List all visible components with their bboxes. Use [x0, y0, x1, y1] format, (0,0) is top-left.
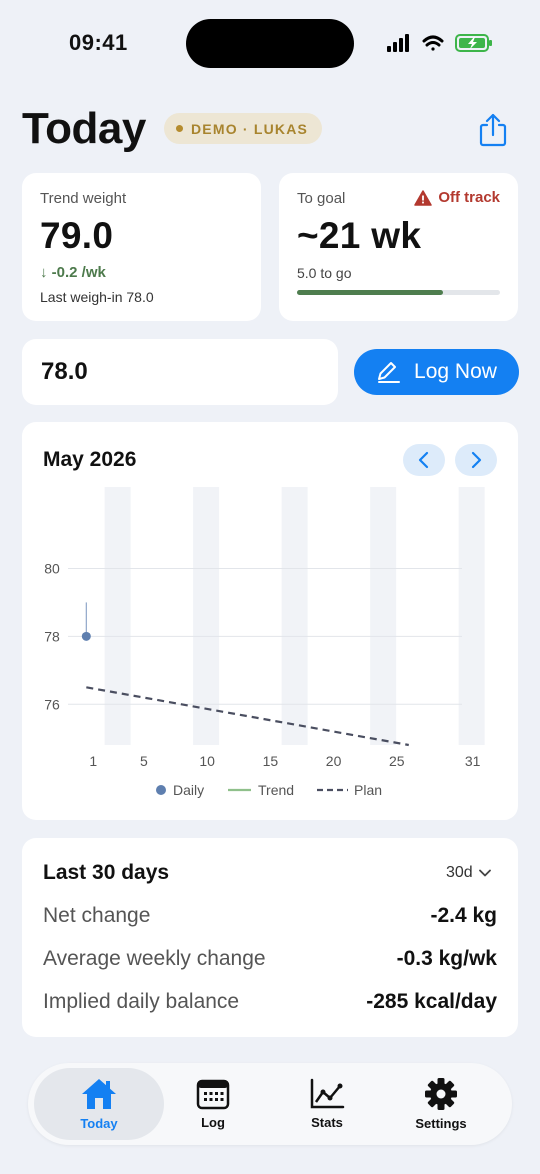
- x-tick-label: 31: [465, 753, 481, 769]
- y-tick-label: 76: [44, 696, 60, 712]
- stat-label: Implied daily balance: [43, 990, 240, 1013]
- weight-chart: 8078761 5 10 15 20 25 31Daily Trend Plan: [44, 487, 485, 798]
- stat-value: -0.3 kg/wk: [396, 947, 497, 970]
- stat-value: -2.4 kg: [430, 904, 497, 927]
- tab-stats[interactable]: Stats: [262, 1068, 392, 1140]
- share-icon[interactable]: [476, 112, 510, 148]
- tab-settings[interactable]: Settings: [376, 1068, 506, 1140]
- trend-weight-card[interactable]: Trend weight 79.0 ↓ -0.2 /wk Last weigh-…: [22, 173, 261, 321]
- plan-line: [86, 686, 409, 747]
- stat-value: -285 kcal/day: [366, 990, 497, 1013]
- demo-badge-label: DEMO · LUKAS: [191, 120, 309, 137]
- x-tick-label: 10: [199, 753, 215, 769]
- tab-label: Log: [201, 1115, 225, 1130]
- off-track-status: Off track: [414, 189, 500, 206]
- tab-today[interactable]: Today: [34, 1068, 164, 1140]
- status-icons: [387, 34, 492, 52]
- y-tick-label: 80: [44, 560, 60, 576]
- weekend-band: [370, 487, 397, 745]
- y-tick-label: 78: [44, 628, 60, 644]
- goal-card[interactable]: To goal Off track ~21 wk 5.0 to go: [279, 173, 518, 321]
- off-track-label: Off track: [438, 189, 500, 206]
- status-time: 09:41: [69, 30, 128, 55]
- goal-label: To goal: [297, 190, 346, 207]
- x-tick-label: 20: [326, 753, 342, 769]
- weight-input[interactable]: [22, 339, 338, 405]
- stat-label: Net change: [43, 904, 151, 927]
- page-title: Today: [22, 104, 146, 153]
- weekend-band: [281, 487, 308, 745]
- trend-weight-value: 79.0: [40, 215, 114, 256]
- badge-dot: [176, 125, 183, 132]
- signal-icon: [387, 34, 409, 52]
- x-tick-label: 25: [389, 753, 405, 769]
- weekly-rate: ↓ -0.2 /wk: [40, 264, 106, 281]
- chevron-down-icon: [478, 869, 491, 877]
- wifi-icon: [422, 35, 444, 51]
- tab-label: Today: [80, 1116, 118, 1131]
- chart-icon: [310, 1078, 345, 1109]
- x-tick-label: 5: [140, 753, 148, 769]
- pencil-icon: [378, 362, 401, 383]
- x-tick-label: 1: [89, 753, 97, 769]
- warning-icon: [414, 189, 433, 206]
- goal-progress-fill: [297, 290, 444, 295]
- battery-icon: [455, 34, 492, 52]
- tab-log[interactable]: Log: [148, 1068, 278, 1140]
- dynamic-island: [186, 19, 354, 68]
- stat-row-net-change: Net change -2.4 kg: [43, 904, 497, 928]
- log-now-label: Log Now: [414, 360, 497, 383]
- range-select-value: 30d: [446, 864, 473, 881]
- daily-point: [81, 631, 91, 641]
- calendar-icon: [196, 1079, 230, 1110]
- range-select[interactable]: 30d: [446, 864, 491, 882]
- stat-row-daily-balance: Implied daily balance -285 kcal/day: [43, 990, 497, 1014]
- demo-badge: DEMO · LUKAS: [164, 113, 323, 144]
- weekend-band: [104, 487, 131, 745]
- legend-plan-label: Plan: [354, 782, 382, 798]
- stat-row-weekly-change: Average weekly change -0.3 kg/wk: [43, 947, 497, 971]
- gear-icon: [425, 1078, 457, 1110]
- legend-daily-label: Daily: [173, 782, 204, 798]
- tab-label: Stats: [311, 1115, 343, 1130]
- log-now-button[interactable]: Log Now: [354, 349, 519, 395]
- legend-daily-marker: [156, 785, 166, 795]
- goal-progress-bar: [297, 290, 500, 295]
- x-tick-label: 15: [263, 753, 279, 769]
- home-icon: [82, 1079, 116, 1109]
- last-weigh-in: Last weigh-in 78.0: [40, 289, 154, 305]
- legend-trend-label: Trend: [258, 782, 294, 798]
- stats-title: Last 30 days: [43, 861, 170, 884]
- stat-label: Average weekly change: [43, 947, 266, 970]
- weekend-band: [458, 487, 485, 745]
- goal-weeks-value: ~21 wk: [297, 215, 422, 256]
- trend-weight-label: Trend weight: [40, 190, 127, 207]
- goal-remaining: 5.0 to go: [297, 265, 352, 281]
- tab-label: Settings: [415, 1116, 467, 1131]
